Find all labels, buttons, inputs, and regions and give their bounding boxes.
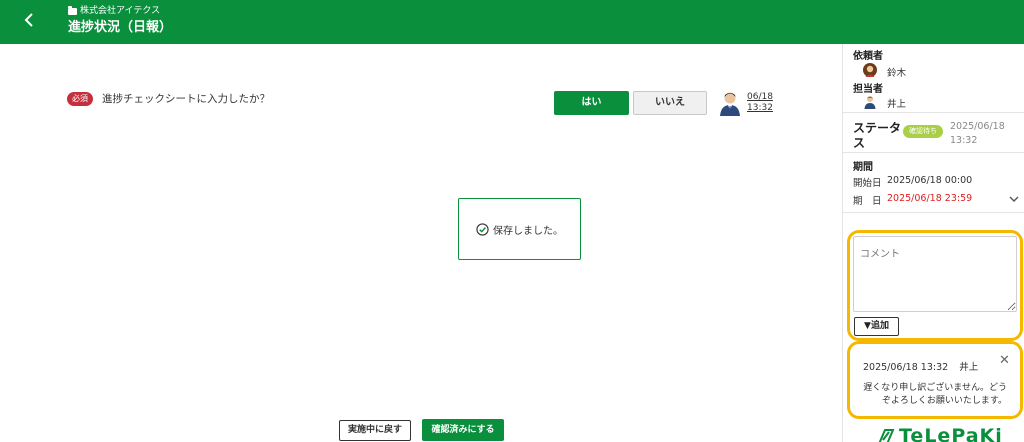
leaf-icon: [878, 429, 895, 442]
history-header: 2025/06/18 13:32 井上: [863, 359, 978, 373]
period-label: 期間: [853, 162, 873, 173]
sidebar-divider: [843, 152, 1024, 153]
sidebar-divider: [843, 112, 1024, 113]
no-button[interactable]: いいえ: [633, 91, 707, 115]
answer-time: 13:32: [747, 103, 773, 113]
status-label-line2: ス: [853, 136, 866, 150]
chevron-down-icon[interactable]: [1009, 195, 1019, 203]
history-timestamp: 2025/06/18 13:32: [863, 362, 949, 373]
history-message: 遅くなり申し訳ございません。どうぞよろしくお願いいたします。: [863, 383, 1007, 406]
save-toast: 保存しました。: [458, 198, 581, 260]
check-circle-icon: [476, 222, 489, 236]
answer-timestamp[interactable]: 06/18 13:32: [747, 92, 773, 114]
answerer-avatar: [719, 90, 741, 116]
folder-icon: [68, 6, 77, 15]
requester-avatar: [863, 63, 877, 77]
close-icon[interactable]: ✕: [999, 353, 1010, 368]
chevron-left-icon: [24, 13, 33, 27]
comment-input[interactable]: [853, 236, 1017, 312]
due-date-label: 期 日: [853, 196, 882, 207]
main-content: 必須 進捗チェックシートに入力したか？ はい いいえ 06/18 13:32 保…: [0, 44, 842, 442]
required-badge: 必須: [67, 92, 93, 106]
toast-message: 保存しました。: [493, 225, 563, 237]
detail-sidebar: 依頼者 鈴木 担当者 井上 ステータ ス 確認待ち 2025/06/18 13:…: [842, 44, 1024, 442]
app-header: 株式会社アイテクス 進捗状況（日報）: [0, 0, 1024, 44]
add-comment-button[interactable]: ▼追加: [854, 317, 899, 336]
start-date-value: 2025/06/18 00:00: [887, 175, 973, 186]
mark-confirmed-button[interactable]: 確認済みにする: [422, 419, 504, 441]
sidebar-divider: [843, 212, 1024, 213]
assignee-label: 担当者: [853, 84, 883, 95]
start-date-label: 開始日: [853, 178, 882, 189]
requester-label: 依頼者: [853, 51, 883, 62]
page-title: 進捗状況（日報）: [68, 20, 173, 35]
question-text: 進捗チェックシートに入力したか？: [102, 93, 270, 105]
yes-button[interactable]: はい: [554, 91, 629, 115]
requester-name: 鈴木: [887, 68, 907, 79]
company-label: 株式会社アイテクス: [80, 6, 161, 16]
assignee-name: 井上: [887, 99, 907, 110]
status-badge: 確認待ち: [903, 125, 943, 138]
status-time: 13:32: [950, 135, 978, 146]
back-button[interactable]: [22, 10, 42, 34]
telepaki-logo: TeLePaKi: [875, 425, 1003, 442]
due-date-value: 2025/06/18 23:59: [887, 193, 973, 204]
status-date: 2025/06/18: [950, 121, 1005, 132]
history-user: 井上: [959, 362, 979, 373]
revert-to-in-progress-button[interactable]: 実施中に戻す: [339, 420, 411, 441]
company-name: 株式会社アイテクス: [68, 6, 160, 17]
assignee-avatar: [864, 96, 876, 109]
answer-date: 06/18: [747, 92, 773, 102]
logo-text: TeLePaKi: [899, 425, 1003, 442]
